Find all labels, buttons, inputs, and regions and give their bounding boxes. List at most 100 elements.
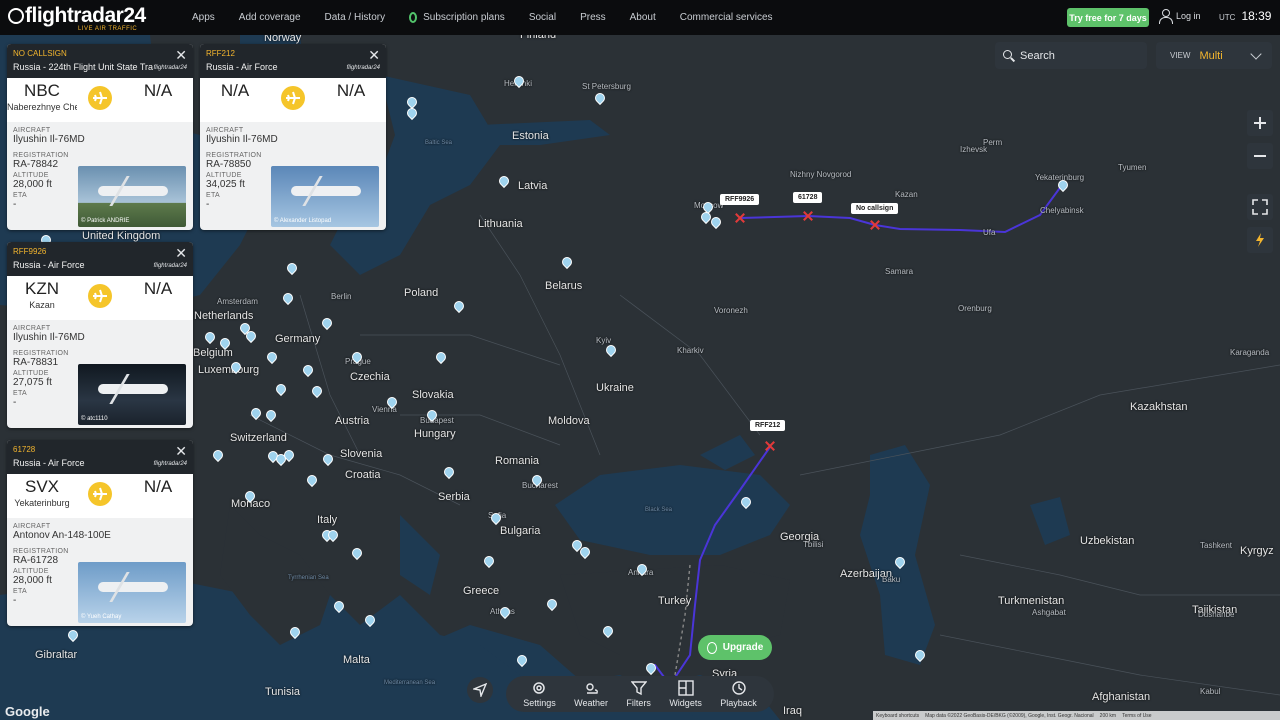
- airport-pin[interactable]: [322, 318, 330, 329]
- close-icon[interactable]: ✕: [175, 245, 187, 262]
- airport-pin[interactable]: [484, 556, 492, 567]
- airport-pin[interactable]: [352, 548, 360, 559]
- airport-pin[interactable]: [407, 108, 415, 119]
- airport-pin[interactable]: [307, 475, 315, 486]
- login-button[interactable]: Log in: [1159, 9, 1201, 24]
- airport-pin[interactable]: [427, 410, 435, 421]
- fullscreen-button[interactable]: [1247, 194, 1273, 220]
- aircraft-marker-61728[interactable]: [803, 211, 813, 221]
- zoom-out-button[interactable]: [1247, 143, 1273, 169]
- aircraft-photo[interactable]: © Yueh Cathay: [78, 562, 186, 623]
- nav-about[interactable]: About: [630, 12, 656, 23]
- playback-button[interactable]: Playback: [720, 681, 757, 708]
- filters-button[interactable]: Filters: [626, 681, 651, 708]
- airport-pin[interactable]: [1058, 180, 1066, 191]
- aircraft-marker-no-callsign[interactable]: [870, 220, 880, 230]
- weather-button[interactable]: Weather: [574, 681, 608, 708]
- airport-pin[interactable]: [213, 450, 221, 461]
- close-icon[interactable]: ✕: [175, 443, 187, 460]
- airport-pin[interactable]: [303, 365, 311, 376]
- airport-pin[interactable]: [205, 332, 213, 343]
- aircraft-marker-rff212[interactable]: [765, 441, 775, 451]
- airport-pin[interactable]: [290, 627, 298, 638]
- nav-data-history[interactable]: Data / History: [325, 12, 386, 23]
- airport-pin[interactable]: [646, 663, 654, 674]
- aircraft-photo[interactable]: © Patrick ANDRIE: [78, 166, 186, 227]
- flight-tag-rff212[interactable]: RFF212: [750, 420, 786, 431]
- close-icon[interactable]: ✕: [368, 47, 380, 64]
- locate-button[interactable]: [467, 677, 493, 703]
- airport-pin[interactable]: [711, 217, 719, 228]
- airport-pin[interactable]: [532, 475, 540, 486]
- aircraft-photo[interactable]: © atc1110: [78, 364, 186, 425]
- airport-pin[interactable]: [283, 293, 291, 304]
- nav-press[interactable]: Press: [580, 12, 606, 23]
- flight-tag-61728[interactable]: 61728: [793, 192, 823, 203]
- try-free-button[interactable]: Try free for 7 days: [1067, 8, 1149, 27]
- airport-pin[interactable]: [323, 454, 331, 465]
- airport-pin[interactable]: [436, 352, 444, 363]
- airport-pin[interactable]: [499, 176, 507, 187]
- airport-pin[interactable]: [251, 408, 259, 419]
- nav-subscription-plans[interactable]: Subscription plans: [409, 12, 505, 23]
- flight-card[interactable]: RFF9926 Russia - Air Force ✕ flightradar…: [7, 242, 193, 428]
- airport-pin[interactable]: [276, 384, 284, 395]
- flight-tag-no-callsign[interactable]: No callsign: [851, 203, 899, 214]
- airport-pin[interactable]: [701, 212, 709, 223]
- airport-pin[interactable]: [328, 530, 336, 541]
- settings-button[interactable]: Settings: [523, 681, 556, 708]
- airport-pin[interactable]: [603, 626, 611, 637]
- airport-pin[interactable]: [595, 93, 603, 104]
- terms-link[interactable]: Terms of Use: [1122, 713, 1151, 719]
- search-input[interactable]: Search: [995, 42, 1147, 69]
- widgets-button[interactable]: Widgets: [669, 680, 702, 708]
- airport-pin[interactable]: [500, 607, 508, 618]
- airport-pin[interactable]: [287, 263, 295, 274]
- airport-pin[interactable]: [365, 615, 373, 626]
- airport-pin[interactable]: [68, 630, 76, 641]
- upgrade-button[interactable]: Upgrade: [698, 635, 772, 660]
- flight-card[interactable]: NO CALLSIGN Russia - 224th Flight Unit S…: [7, 44, 193, 230]
- airport-pin[interactable]: [517, 655, 525, 666]
- airport-pin[interactable]: [444, 467, 452, 478]
- airport-pin[interactable]: [562, 257, 570, 268]
- zoom-in-button[interactable]: [1247, 110, 1273, 136]
- flight-tag-rff9926[interactable]: RFF9926: [720, 194, 760, 205]
- airport-pin[interactable]: [572, 540, 580, 551]
- airport-pin[interactable]: [454, 301, 462, 312]
- layers-button[interactable]: [1247, 227, 1273, 253]
- airport-pin[interactable]: [387, 397, 395, 408]
- airport-pin[interactable]: [267, 352, 275, 363]
- keyboard-shortcuts-link[interactable]: Keyboard shortcuts: [876, 713, 919, 719]
- nav-social[interactable]: Social: [529, 12, 556, 23]
- airport-pin[interactable]: [268, 451, 276, 462]
- airport-pin[interactable]: [547, 599, 555, 610]
- airport-pin[interactable]: [407, 97, 415, 108]
- nav-commercial-services[interactable]: Commercial services: [680, 12, 773, 23]
- flightradar24-logo[interactable]: flightradar24 LIVE AIR TRAFFIC: [8, 4, 146, 32]
- airport-pin[interactable]: [266, 410, 274, 421]
- nav-add-coverage[interactable]: Add coverage: [239, 12, 301, 23]
- airport-pin[interactable]: [514, 76, 522, 87]
- flight-card[interactable]: 61728 Russia - Air Force ✕ flightradar24…: [7, 440, 193, 626]
- airport-pin[interactable]: [580, 547, 588, 558]
- aircraft-marker-rff9926[interactable]: [735, 213, 745, 223]
- airport-pin[interactable]: [352, 352, 360, 363]
- airport-pin[interactable]: [606, 345, 614, 356]
- airport-pin[interactable]: [637, 564, 645, 575]
- airport-pin[interactable]: [312, 386, 320, 397]
- airport-pin[interactable]: [915, 650, 923, 661]
- airport-pin[interactable]: [284, 450, 292, 461]
- airport-pin[interactable]: [741, 497, 749, 508]
- airport-pin[interactable]: [895, 557, 903, 568]
- flight-card[interactable]: RFF212 Russia - Air Force ✕ flightradar2…: [200, 44, 386, 230]
- nav-apps[interactable]: Apps: [192, 12, 215, 23]
- close-icon[interactable]: ✕: [175, 47, 187, 64]
- aircraft-photo[interactable]: © Alexander Listopad: [271, 166, 379, 227]
- airport-pin[interactable]: [334, 601, 342, 612]
- airport-pin[interactable]: [491, 513, 499, 524]
- airport-pin[interactable]: [231, 362, 239, 373]
- airport-pin[interactable]: [220, 338, 228, 349]
- view-selector[interactable]: VIEW Multi: [1156, 42, 1272, 69]
- airport-pin[interactable]: [245, 491, 253, 502]
